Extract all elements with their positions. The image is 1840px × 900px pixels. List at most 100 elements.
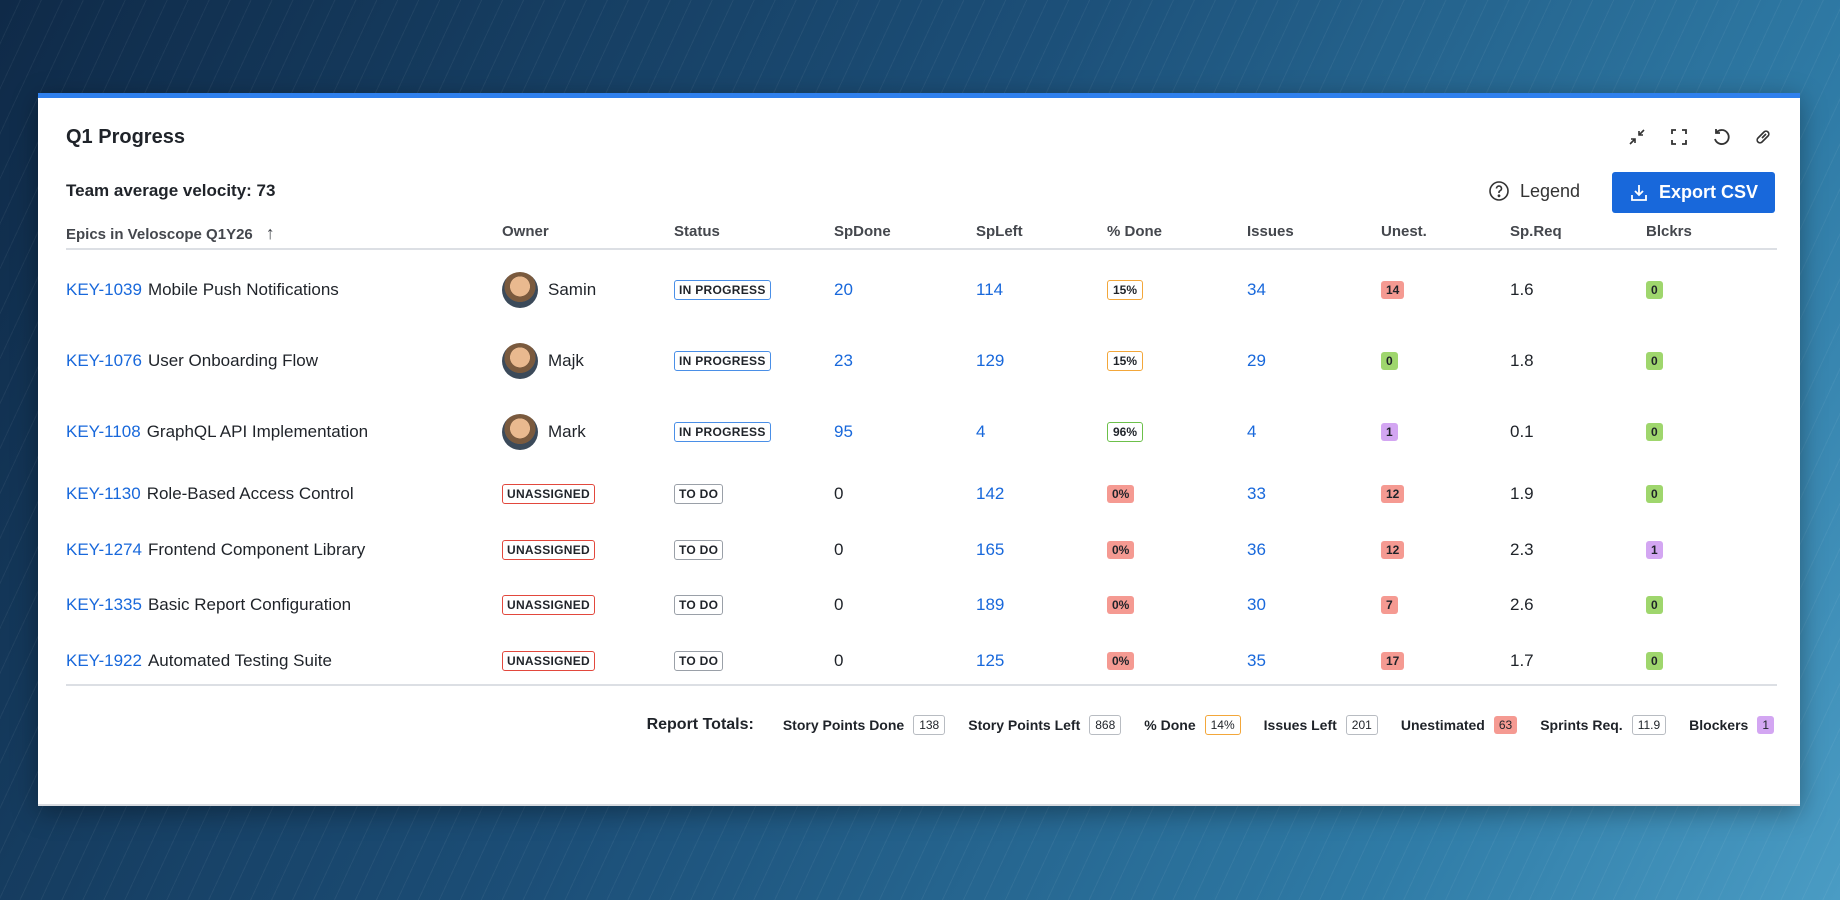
sp-left-link[interactable]: 189 bbox=[976, 595, 1004, 615]
cell: 2.3 bbox=[1510, 540, 1534, 560]
report-totals-label: Report Totals: bbox=[646, 716, 754, 733]
total-label: Blockers bbox=[1689, 717, 1749, 733]
cell: 1.7 bbox=[1510, 651, 1534, 671]
report-totals: Report Totals: Story Points Done 138 Story… bbox=[647, 715, 1774, 735]
percent-done-badge: 15% bbox=[1107, 280, 1144, 300]
epic-name: Basic Report Configuration bbox=[147, 595, 352, 614]
cell: TO DO bbox=[674, 651, 724, 671]
issues-link[interactable]: 30 bbox=[1247, 595, 1266, 615]
fullscreen-icon[interactable] bbox=[1668, 126, 1690, 148]
column-header-label: Blckrs bbox=[1646, 223, 1692, 240]
cell: 15% bbox=[1107, 280, 1144, 300]
avatar bbox=[502, 272, 538, 308]
epic-key-link[interactable]: KEY-1335 bbox=[66, 595, 142, 615]
cell: TO DO bbox=[674, 595, 724, 615]
column-header-label: SpDone bbox=[834, 223, 891, 240]
column-header[interactable]: Blckrs bbox=[1646, 223, 1692, 240]
cell: KEY-1039 Mobile Push Notifications bbox=[66, 280, 339, 300]
epic-name: Automated Testing Suite bbox=[147, 651, 332, 670]
column-header[interactable]: SpDone bbox=[834, 223, 891, 240]
export-label: Export CSV bbox=[1658, 182, 1759, 202]
column-header[interactable]: Sp.Req bbox=[1510, 223, 1562, 240]
export-csv-button[interactable]: Export CSV bbox=[1612, 172, 1775, 213]
cell: 20 bbox=[834, 280, 853, 300]
total-value-badge: 201 bbox=[1345, 715, 1378, 735]
legend-button[interactable]: Legend bbox=[1488, 180, 1580, 202]
total-value-badge: 63 bbox=[1493, 716, 1518, 734]
percent-done-badge: 96% bbox=[1107, 422, 1144, 442]
sort-ascending-icon[interactable]: ↑ bbox=[261, 223, 275, 243]
issues-link[interactable]: 36 bbox=[1247, 540, 1266, 560]
column-header[interactable]: Status bbox=[674, 223, 720, 240]
epic-key-link[interactable]: KEY-1274 bbox=[66, 540, 142, 560]
help-icon bbox=[1489, 181, 1509, 201]
issues-link[interactable]: 29 bbox=[1247, 351, 1266, 371]
blockers-badge: 0 bbox=[1646, 485, 1663, 503]
epic-name: Role-Based Access Control bbox=[146, 484, 354, 503]
epic-key-link[interactable]: KEY-1108 bbox=[66, 422, 141, 442]
epic-key-link[interactable]: KEY-1130 bbox=[66, 484, 141, 504]
issues-link[interactable]: 34 bbox=[1247, 280, 1266, 300]
column-header[interactable]: Issues bbox=[1247, 223, 1294, 240]
unassigned-badge: UNASSIGNED bbox=[502, 595, 596, 615]
unestimated-badge: 0 bbox=[1381, 352, 1398, 370]
cell: 36 bbox=[1247, 540, 1266, 560]
sp-left-link[interactable]: 165 bbox=[976, 540, 1004, 560]
cell: TO DO bbox=[674, 540, 724, 560]
table-row: KEY-1108 GraphQL API Implementation Mark IN… bbox=[38, 412, 1800, 452]
cell: UNASSIGNED bbox=[502, 651, 596, 671]
cell: 7 bbox=[1381, 596, 1398, 614]
cell: 1.9 bbox=[1510, 484, 1534, 504]
collapse-icon[interactable] bbox=[1626, 126, 1648, 148]
percent-done-badge: 15% bbox=[1107, 351, 1144, 371]
epic-key-link[interactable]: KEY-1076 bbox=[66, 351, 142, 371]
total-value-badge: 868 bbox=[1089, 715, 1122, 735]
cell: 129 bbox=[976, 351, 1004, 371]
issues-link[interactable]: 33 bbox=[1247, 484, 1266, 504]
sp-left-link[interactable]: 114 bbox=[976, 280, 1003, 300]
percent-done-badge: 0% bbox=[1107, 485, 1135, 503]
cell: 17 bbox=[1381, 652, 1405, 670]
cell: 1 bbox=[1646, 541, 1663, 559]
cell: Samin bbox=[502, 272, 596, 308]
column-header[interactable]: Owner bbox=[502, 223, 549, 240]
cell: 14 bbox=[1381, 281, 1405, 299]
issues-link[interactable]: 4 bbox=[1247, 422, 1256, 442]
epic-name: GraphQL API Implementation bbox=[146, 422, 369, 441]
cell: 0 bbox=[834, 651, 843, 671]
cell: 34 bbox=[1247, 280, 1266, 300]
column-header[interactable]: % Done bbox=[1107, 223, 1162, 240]
cell: 0.1 bbox=[1510, 422, 1534, 442]
link-icon[interactable] bbox=[1752, 126, 1774, 148]
total-value-badge: 14% bbox=[1204, 715, 1241, 735]
cell: Majk bbox=[502, 343, 584, 379]
cell: 0 bbox=[1646, 652, 1663, 670]
sp-left-link[interactable]: 129 bbox=[976, 351, 1004, 371]
cell: TO DO bbox=[674, 484, 724, 504]
cell: KEY-1335 Basic Report Configuration bbox=[66, 595, 351, 615]
issues-link[interactable]: 35 bbox=[1247, 651, 1266, 671]
unestimated-badge: 1 bbox=[1381, 423, 1398, 441]
sp-left-link[interactable]: 125 bbox=[976, 651, 1004, 671]
status-badge: IN PROGRESS bbox=[674, 351, 771, 371]
footer-divider bbox=[66, 684, 1777, 686]
header-divider bbox=[66, 248, 1777, 250]
cell: 15% bbox=[1107, 351, 1144, 371]
cell: KEY-1130 Role-Based Access Control bbox=[66, 484, 354, 504]
column-header[interactable]: SpLeft bbox=[976, 223, 1023, 240]
sp-left-link[interactable]: 4 bbox=[976, 422, 985, 442]
cell: KEY-1274 Frontend Component Library bbox=[66, 540, 365, 560]
percent-done-badge: 0% bbox=[1107, 596, 1135, 614]
cell: UNASSIGNED bbox=[502, 595, 596, 615]
epic-key-link[interactable]: KEY-1039 bbox=[66, 280, 142, 300]
column-header-label: Sp.Req bbox=[1510, 223, 1562, 240]
column-header[interactable]: Epics in Veloscope Q1Y26 ↑ bbox=[66, 223, 275, 244]
sp-left-link[interactable]: 142 bbox=[976, 484, 1004, 504]
column-header[interactable]: Unest. bbox=[1381, 223, 1427, 240]
epic-name: User Onboarding Flow bbox=[147, 351, 319, 370]
total-label: Unestimated bbox=[1400, 717, 1485, 733]
cell: 23 bbox=[834, 351, 853, 371]
epic-key-link[interactable]: KEY-1922 bbox=[66, 651, 142, 671]
refresh-icon[interactable] bbox=[1710, 126, 1732, 148]
cell: 1.6 bbox=[1510, 280, 1534, 300]
